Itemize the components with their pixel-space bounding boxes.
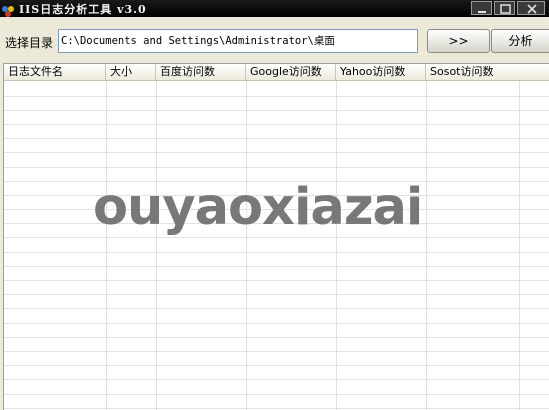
window-title: IIS日志分析工具 v3.0 (19, 3, 147, 16)
directory-label: 选择目录 (5, 36, 54, 50)
column-divider (106, 81, 107, 410)
title-bar[interactable]: IIS日志分析工具 v3.0 (0, 0, 549, 17)
minimize-icon (478, 11, 486, 13)
maximize-icon (500, 4, 511, 14)
minimize-button[interactable] (471, 1, 492, 15)
column-divider (246, 81, 247, 410)
column-divider (336, 81, 337, 410)
column-header-size[interactable]: 大小 (106, 64, 156, 80)
column-header-google[interactable]: Google访问数 (246, 64, 336, 80)
column-divider (156, 81, 157, 410)
directory-path-input[interactable]: C:\Documents and Settings\Administrator\… (58, 29, 418, 53)
column-header-filename[interactable]: 日志文件名 (4, 64, 106, 80)
close-icon (527, 4, 537, 14)
column-divider (519, 81, 520, 410)
analyze-button[interactable]: 分析 (491, 29, 549, 53)
column-header-baidu[interactable]: 百度访问数 (156, 64, 246, 80)
column-header-yahoo[interactable]: Yahoo访问数 (336, 64, 426, 80)
maximize-button[interactable] (494, 1, 515, 15)
column-header-sosot[interactable]: Sosot访问数 (426, 64, 549, 80)
column-divider (426, 81, 427, 410)
grid-lines (4, 96, 549, 409)
app-icon (1, 2, 15, 17)
close-button[interactable] (517, 1, 545, 15)
watermark: ouyaoxiazai (93, 178, 423, 237)
browse-button[interactable]: >> (427, 29, 490, 53)
list-header: 日志文件名 大小 百度访问数 Google访问数 Yahoo访问数 Sosot访… (4, 64, 549, 81)
